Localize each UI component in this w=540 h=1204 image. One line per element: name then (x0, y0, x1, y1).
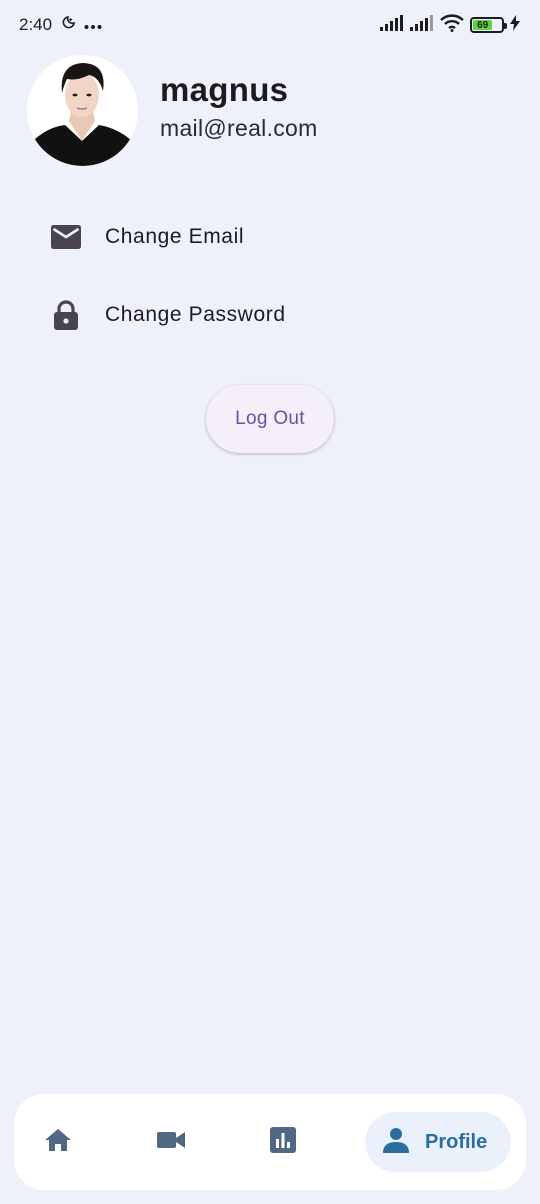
bar-chart-icon (270, 1126, 296, 1158)
battery-level: 69 (473, 20, 493, 31)
lock-icon (51, 300, 81, 330)
change-email-item[interactable]: Change Email (0, 198, 540, 276)
nav-profile-label: Profile (425, 1130, 488, 1153)
status-right: 69 (380, 13, 520, 37)
username: magnus (160, 71, 289, 108)
status-bar: 2:40 69 (0, 0, 540, 50)
more-dots-icon (84, 15, 102, 35)
nav-profile[interactable]: Profile (365, 1112, 512, 1172)
profile-text: magnus mail@real.com (160, 71, 318, 142)
bottom-navigation: Profile (14, 1094, 526, 1190)
signal-icon (380, 14, 404, 36)
nav-stats[interactable] (268, 1112, 298, 1172)
person-icon (383, 1127, 409, 1158)
avatar[interactable] (27, 55, 138, 166)
wifi-icon (440, 13, 464, 37)
profile-screen: 2:40 69 magnus mail@real.com Change Emai… (0, 0, 540, 1204)
video-camera-icon (157, 1130, 185, 1155)
moon-icon (60, 15, 76, 36)
status-left: 2:40 (19, 15, 102, 36)
user-email: mail@real.com (160, 115, 318, 141)
nav-video[interactable] (154, 1112, 188, 1172)
charging-icon (510, 14, 520, 36)
change-password-label: Change Password (105, 303, 286, 326)
change-password-item[interactable]: Change Password (0, 276, 540, 354)
battery-icon: 69 (470, 17, 507, 33)
mail-icon (51, 222, 81, 252)
signal-icon-2 (410, 14, 434, 36)
logout-button[interactable]: Log Out (206, 385, 334, 453)
status-time: 2:40 (19, 15, 53, 34)
home-icon (44, 1128, 72, 1157)
profile-header: magnus mail@real.com (27, 55, 318, 166)
change-email-label: Change Email (105, 225, 245, 248)
nav-home[interactable] (42, 1112, 74, 1172)
settings-menu: Change Email Change Password (0, 198, 540, 354)
